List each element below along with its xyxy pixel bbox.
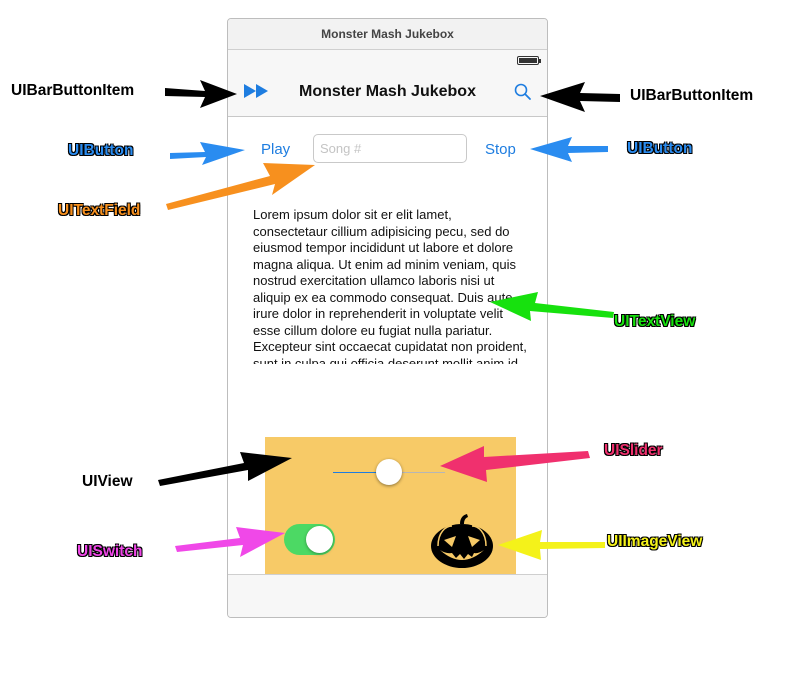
arrow-slider (440, 446, 590, 482)
label-bar-button-item-right: UIBarButtonItem (630, 87, 754, 104)
label-button-right: UIButton (627, 140, 693, 157)
label-button-left: UIButton (68, 142, 134, 159)
arrow-button-left (170, 142, 245, 165)
arrow-view (158, 452, 292, 486)
arrow-text-view (490, 292, 614, 321)
label-text-view: UITextView (614, 313, 696, 330)
arrow-image-view (498, 530, 605, 560)
label-image-view: UIImageView (607, 533, 703, 550)
label-view: UIView (82, 473, 133, 490)
arrow-switch (175, 527, 285, 557)
arrow-button-right (530, 137, 608, 162)
arrow-bar-button-left (165, 80, 237, 108)
label-bar-button-item-left: UIBarButtonItem (11, 82, 135, 99)
arrow-text-field (166, 163, 315, 210)
arrow-bar-button-right (540, 82, 620, 112)
label-text-field: UITextField (58, 202, 141, 219)
label-slider: UISlider (604, 442, 663, 459)
label-switch: UISwitch (77, 543, 143, 560)
